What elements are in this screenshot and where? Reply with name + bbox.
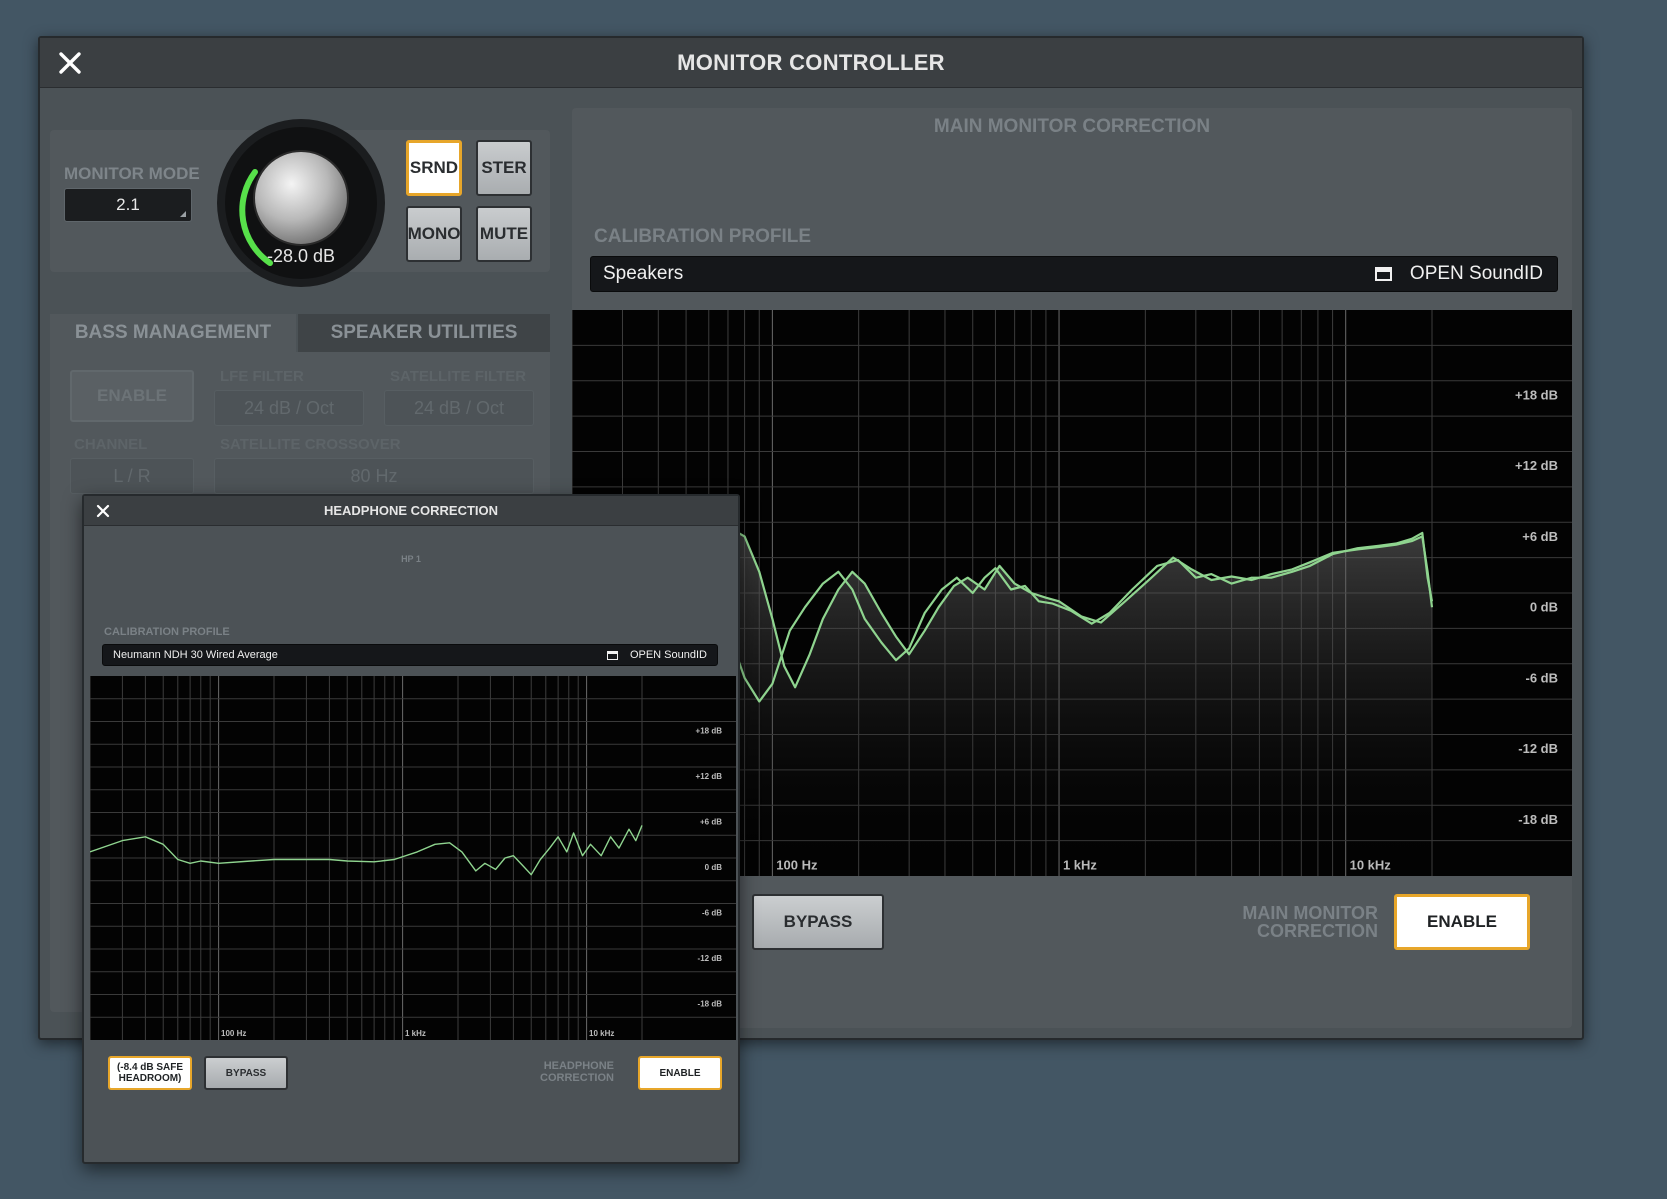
srnd-button[interactable]: SRND bbox=[406, 140, 462, 196]
monitor-mode-value: 2.1 bbox=[116, 195, 140, 214]
hp-db-label: +6 dB bbox=[700, 817, 722, 826]
hp-frequency-response-chart: +18 dB +12 dB +6 dB 0 dB -6 dB -12 dB -18 dB 10… bbox=[90, 676, 736, 1040]
main-db-label: 0 dB bbox=[1530, 600, 1558, 615]
volume-knob[interactable]: -28.0 dB bbox=[214, 116, 388, 290]
ster-button[interactable]: STER bbox=[476, 140, 532, 196]
headphone-correction-window: HEADPHONE CORRECTION HP 1 CALIBRATION PR… bbox=[82, 494, 740, 1164]
open-window-icon bbox=[1374, 267, 1392, 281]
headroom-line2: HEADROOM) bbox=[118, 1073, 182, 1084]
main-db-label: -12 dB bbox=[1518, 741, 1558, 756]
volume-readout: -28.0 dB bbox=[266, 246, 336, 266]
hp-db-label: -18 dB bbox=[698, 999, 723, 1008]
window-title: MONITOR CONTROLLER bbox=[677, 49, 945, 75]
hp-output-label: HP 1 bbox=[401, 554, 421, 564]
main-db-label: +12 dB bbox=[1515, 458, 1558, 473]
headroom-line1: (-8.4 dB SAFE bbox=[116, 1062, 184, 1073]
monitor-mode-dropdown[interactable]: 2.1 bbox=[64, 188, 192, 222]
hp-correction-status-label: HEADPHONE CORRECTION bbox=[514, 1060, 614, 1084]
mono-button[interactable]: MONO bbox=[406, 206, 462, 262]
main-db-label: -18 dB bbox=[1518, 812, 1558, 827]
hp-bypass-button[interactable]: BYPASS bbox=[204, 1056, 288, 1090]
hp-calibration-profile-label: CALIBRATION PROFILE bbox=[104, 626, 230, 638]
monitor-mode-label: MONITOR MODE bbox=[64, 164, 200, 183]
hp-db-label: +12 dB bbox=[696, 772, 723, 781]
hp-status-line2: CORRECTION bbox=[540, 1072, 614, 1084]
hp-open-window-icon bbox=[606, 650, 618, 660]
satellite-filter-label: SATELLITE FILTER bbox=[390, 368, 527, 385]
title-bar: MONITOR CONTROLLER bbox=[40, 38, 1582, 88]
close-icon[interactable] bbox=[58, 51, 82, 75]
bass-enable-button[interactable]: ENABLE bbox=[70, 370, 194, 422]
hp-freq-label: 10 kHz bbox=[589, 1029, 614, 1038]
hp-freq-label: 100 Hz bbox=[221, 1029, 246, 1038]
main-db-label: -6 dB bbox=[1526, 670, 1559, 685]
channel-dropdown[interactable]: L / R bbox=[70, 458, 194, 494]
lfe-filter-dropdown[interactable]: 24 dB / Oct bbox=[214, 390, 364, 426]
main-status-line1: MAIN MONITOR bbox=[1242, 903, 1378, 923]
hp-close-icon[interactable] bbox=[96, 504, 110, 518]
tab-bass-management[interactable]: BASS MANAGEMENT bbox=[50, 314, 296, 352]
hp-db-label: +18 dB bbox=[696, 726, 723, 735]
main-enable-button[interactable]: ENABLE bbox=[1394, 894, 1530, 950]
hp-open-soundid-label: OPEN SoundID bbox=[629, 649, 707, 661]
tab-speaker-utilities[interactable]: SPEAKER UTILITIES bbox=[298, 314, 550, 352]
hp-title-bar: HEADPHONE CORRECTION bbox=[84, 496, 738, 526]
hp-calibration-profile-selector[interactable]: Neumann NDH 30 Wired Average OPEN SoundI… bbox=[102, 644, 718, 666]
main-correction-status-label: MAIN MONITOR CORRECTION bbox=[1220, 904, 1378, 940]
crossover-slider[interactable]: 80 Hz bbox=[214, 458, 534, 494]
crossover-label: SATELLITE CROSSOVER bbox=[220, 436, 401, 453]
open-soundid-link[interactable]: OPEN SoundID bbox=[1374, 263, 1543, 285]
mute-button[interactable]: MUTE bbox=[476, 206, 532, 262]
calibration-profile-selector[interactable]: Speakers OPEN SoundID bbox=[590, 256, 1558, 292]
main-db-label: +18 dB bbox=[1515, 387, 1558, 402]
hp-db-label: -12 dB bbox=[698, 954, 723, 963]
main-status-line2: CORRECTION bbox=[1257, 921, 1378, 941]
hp-window-title: HEADPHONE CORRECTION bbox=[323, 503, 499, 518]
satellite-filter-dropdown[interactable]: 24 dB / Oct bbox=[384, 390, 534, 426]
hp-response-curve-1 bbox=[90, 825, 643, 876]
hp-calibration-profile-value: Neumann NDH 30 Wired Average bbox=[113, 649, 278, 661]
correction-header: MAIN MONITOR CORRECTION bbox=[933, 116, 1211, 137]
calibration-profile-value: Speakers bbox=[603, 263, 684, 284]
hp-db-label: 0 dB bbox=[705, 863, 723, 872]
hp-frequency-response-graph: +18 dB +12 dB +6 dB 0 dB -6 dB -12 dB -18 dB 10… bbox=[90, 676, 736, 1040]
hp-enable-button[interactable]: ENABLE bbox=[638, 1056, 722, 1090]
dropdown-arrow-icon bbox=[180, 211, 186, 217]
calibration-profile-label: CALIBRATION PROFILE bbox=[594, 226, 812, 247]
lfe-filter-label: LFE FILTER bbox=[220, 368, 304, 385]
channel-label: CHANNEL bbox=[74, 436, 148, 453]
main-db-label: +6 dB bbox=[1522, 529, 1558, 544]
hp-open-soundid-link[interactable]: OPEN SoundID bbox=[606, 649, 707, 661]
main-bypass-button[interactable]: BYPASS bbox=[752, 894, 884, 950]
hp-freq-label: 1 kHz bbox=[405, 1029, 426, 1038]
open-soundid-label: OPEN SoundID bbox=[1409, 263, 1543, 284]
headroom-indicator: (-8.4 dB SAFE HEADROOM) bbox=[108, 1056, 192, 1090]
hp-db-label: -6 dB bbox=[702, 908, 722, 917]
hp-status-line1: HEADPHONE bbox=[543, 1060, 614, 1072]
